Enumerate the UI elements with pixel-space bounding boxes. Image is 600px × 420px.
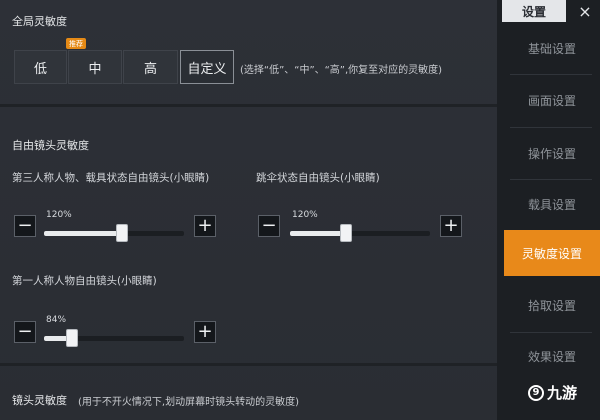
recommended-badge: 推荐 <box>66 38 86 49</box>
decrease-third-person-button[interactable]: − <box>14 215 36 237</box>
free-camera-title: 自由镜头灵敏度 <box>12 139 89 152</box>
sidebar-item-basic[interactable]: 基础设置 <box>504 26 600 70</box>
sidebar-item-effects[interactable]: 效果设置 <box>504 334 600 378</box>
plus-icon: + <box>443 215 459 236</box>
watermark-logo-icon: 9 <box>528 384 544 401</box>
slider-fill <box>290 231 346 236</box>
minus-icon: − <box>17 321 33 342</box>
increase-third-person-button[interactable]: + <box>194 215 216 237</box>
slider-track-parachute[interactable] <box>290 224 430 242</box>
settings-header: 设置 <box>502 0 566 22</box>
slider-value-parachute: 120% <box>292 210 318 220</box>
global-sensitivity-hint: (选择“低”、“中”、“高”,你复至对应的灵敏度) <box>240 65 443 76</box>
watermark-text: 九游 <box>547 384 578 402</box>
watermark: 9 九游 <box>528 382 577 403</box>
slider-thumb-first-person[interactable] <box>66 329 78 347</box>
sensitivity-option-medium[interactable]: 中 <box>68 50 122 84</box>
slider-label-third-person: 第三人称人物、载具状态自由镜头(小眼睛) <box>12 172 210 184</box>
global-sensitivity-title: 全局灵敏度 <box>12 15 67 28</box>
slider-label-parachute: 跳伞状态自由镜头(小眼睛) <box>256 172 380 184</box>
increase-parachute-button[interactable]: + <box>440 215 462 237</box>
sidebar-item-graphics[interactable]: 画面设置 <box>504 78 600 122</box>
decrease-parachute-button[interactable]: − <box>258 215 280 237</box>
sidebar-divider <box>510 74 592 75</box>
section-divider <box>0 363 497 366</box>
sidebar-divider <box>510 127 592 128</box>
sidebar-item-vehicle[interactable]: 载具设置 <box>504 182 600 226</box>
slider-fill <box>44 231 122 236</box>
slider-track-third-person[interactable] <box>44 224 184 242</box>
slider-track-first-person[interactable] <box>44 329 184 347</box>
sensitivity-option-low[interactable]: 低 <box>14 50 67 84</box>
sidebar-item-sensitivity[interactable]: 灵敏度设置 <box>504 230 600 276</box>
sidebar-item-controls[interactable]: 操作设置 <box>504 131 600 175</box>
decrease-first-person-button[interactable]: − <box>14 321 36 343</box>
close-icon[interactable]: × <box>570 0 600 22</box>
slider-thumb-third-person[interactable] <box>116 224 128 242</box>
plus-icon: + <box>197 321 213 342</box>
camera-sensitivity-hint: (用于不开火情况下,划动屏幕时镜头转动的灵敏度) <box>78 397 299 408</box>
slider-value-third-person: 120% <box>46 210 72 220</box>
sensitivity-option-custom[interactable]: 自定义 <box>180 50 234 84</box>
sidebar-divider <box>510 179 592 180</box>
slider-value-first-person: 84% <box>46 315 67 325</box>
sidebar-item-pickup[interactable]: 拾取设置 <box>504 283 600 327</box>
slider-label-first-person: 第一人称人物自由镜头(小眼睛) <box>12 275 157 287</box>
sidebar-divider <box>510 332 592 333</box>
increase-first-person-button[interactable]: + <box>194 321 216 343</box>
plus-icon: + <box>197 215 213 236</box>
minus-icon: − <box>17 215 33 236</box>
minus-icon: − <box>261 215 277 236</box>
slider-thumb-parachute[interactable] <box>340 224 352 242</box>
sensitivity-option-high[interactable]: 高 <box>123 50 178 84</box>
section-divider <box>0 104 497 107</box>
camera-sensitivity-title: 镜头灵敏度 <box>12 394 67 407</box>
